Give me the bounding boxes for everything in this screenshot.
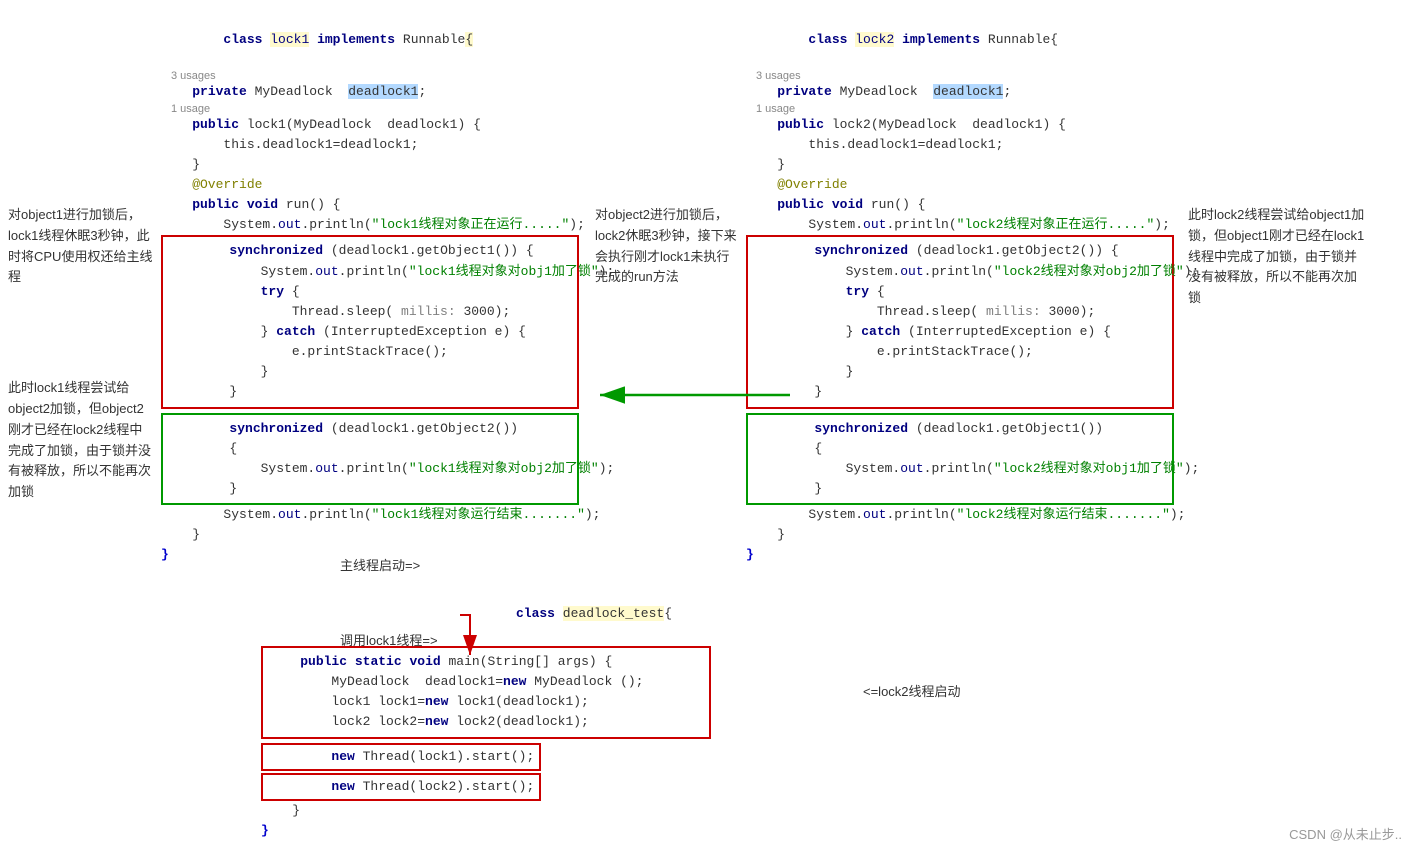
lock2-brace: {: [752, 439, 1168, 459]
bottom-right-annotation: <=lock2线程启动: [855, 584, 1055, 842]
bottom-code-panel: class deadlock_test{ public static void …: [155, 584, 855, 842]
lock1-stacktrace: e.printStackTrace();: [167, 342, 573, 362]
lock1-sync1-open: synchronized (deadlock1.getObject1()) {: [167, 241, 573, 261]
lock2-run-close: }: [746, 525, 1174, 545]
lock1-println3: System.out.println("lock1线程对象对obj2加了锁");: [167, 459, 573, 479]
lock2-println1: System.out.println("lock2线程对象正在运行.....")…: [746, 215, 1174, 235]
lock1-catch-close: }: [167, 362, 573, 382]
page-container: 对object1进行加锁后，lock1线程休眠3秒钟，此时将CPU使用权还给主线…: [0, 0, 1418, 851]
bottom-left-spacer: [0, 584, 155, 842]
lock2-sync2-open: synchronized (deadlock1.getObject1()): [752, 419, 1168, 439]
lock2-override: @Override: [746, 175, 1174, 195]
lock2-usages2: 1 usage: [746, 103, 1174, 115]
main-red-box: public static void main(String[] args) {…: [261, 646, 711, 739]
lock1-run-decl: public void run() {: [161, 195, 579, 215]
lock2-red-box-1: synchronized (deadlock1.getObject2()) { …: [746, 235, 1174, 408]
thread1-red-box: new Thread(lock1).start();: [261, 743, 541, 771]
thread2-start: new Thread(lock2).start();: [269, 777, 533, 797]
lock1-usages1: 3 usages: [161, 70, 579, 82]
thread1-start: new Thread(lock1).start();: [269, 747, 533, 767]
lock2-run-decl: public void run() {: [746, 195, 1174, 215]
lock1-call-label: 调用lock1线程=>: [340, 630, 438, 649]
lock2-catch-close: }: [752, 362, 1168, 382]
annotation-right-lock-fail: 此时lock2线程尝试给object1加锁，但object1刚才已经在lock1…: [1188, 205, 1365, 309]
main-close2: }: [261, 821, 849, 841]
lock2-sync1-open: synchronized (deadlock1.getObject2()) {: [752, 241, 1168, 261]
main-deadlock-init: MyDeadlock deadlock1=new MyDeadlock ();: [269, 672, 703, 692]
thread-starts: new Thread(lock1).start(); new Thread(lo…: [261, 739, 849, 801]
main-start-label: 主线程启动=>: [340, 555, 420, 574]
mid-annotation: 对object2进行加锁后，lock2休眠3秒钟，接下来会执行刚才lock1未执…: [585, 10, 740, 566]
thread2-red-box: new Thread(lock2).start();: [261, 773, 541, 801]
lock1-usages2: 1 usage: [161, 103, 579, 115]
main-closes: } }: [261, 801, 849, 841]
csdn-watermark: CSDN @从未止步..: [1289, 824, 1402, 843]
main-lock2-init: lock2 lock2=new lock2(deadlock1);: [269, 712, 703, 732]
lock1-sync1-close: }: [167, 382, 573, 402]
main-lock1-init: lock1 lock1=new lock1(deadlock1);: [269, 692, 703, 712]
lock1-brace: {: [167, 439, 573, 459]
lock1-try: try {: [167, 282, 573, 302]
lock2-catch: } catch (InterruptedException e) {: [752, 322, 1168, 342]
main-close1: }: [261, 801, 849, 821]
bottom-section: class deadlock_test{ public static void …: [0, 584, 1418, 842]
lock1-override: @Override: [161, 175, 579, 195]
lock1-println1: System.out.println("lock1线程对象正在运行.....")…: [161, 215, 579, 235]
lock1-run-close: }: [161, 525, 579, 545]
lock1-class-line: class lock1 implements Runnable{: [161, 10, 579, 70]
lock2-println3: System.out.println("lock2线程对象对obj1加了锁");: [752, 459, 1168, 479]
right-annotation: 此时lock2线程尝试给object1加锁，但object1刚才已经在lock1…: [1180, 10, 1365, 566]
lock1-red-box-1: synchronized (deadlock1.getObject1()) { …: [161, 235, 579, 408]
lock2-stacktrace: e.printStackTrace();: [752, 342, 1168, 362]
lock2-constructor: public lock2(MyDeadlock deadlock1) {: [746, 115, 1174, 135]
lock2-usages1: 3 usages: [746, 70, 1174, 82]
lock1-sleep: Thread.sleep( millis: 3000);: [167, 302, 573, 322]
lock1-catch: } catch (InterruptedException e) {: [167, 322, 573, 342]
lock2-constructor-body: this.deadlock1=deadlock1;: [746, 135, 1174, 155]
lock1-green-box: synchronized (deadlock1.getObject2()) { …: [161, 413, 579, 506]
lock2-code-panel: class lock2 implements Runnable{ 3 usage…: [740, 10, 1180, 566]
annotation-object1-lock: 对object1进行加锁后，lock1线程休眠3秒钟，此时将CPU使用权还给主线…: [8, 205, 155, 288]
lock2-try: try {: [752, 282, 1168, 302]
lock2-sync2-close: }: [752, 479, 1168, 499]
lock2-sleep: Thread.sleep( millis: 3000);: [752, 302, 1168, 322]
lock1-field: private MyDeadlock deadlock1;: [161, 82, 579, 102]
lock2-green-box: synchronized (deadlock1.getObject1()) { …: [746, 413, 1174, 506]
deadlock-class-line: class deadlock_test{: [438, 584, 672, 644]
lock2-println4: System.out.println("lock2线程对象运行结束.......…: [746, 505, 1174, 525]
lock1-println2: System.out.println("lock1线程对象对obj1加了锁");: [167, 262, 573, 282]
lock1-close1: }: [161, 155, 579, 175]
main-decl: public static void main(String[] args) {: [269, 652, 703, 672]
lock2-field: private MyDeadlock deadlock1;: [746, 82, 1174, 102]
lock2-sync1-close: }: [752, 382, 1168, 402]
annotation-object2-lock-fail: 此时lock1线程尝试给object2加锁，但object2刚才已经在lock2…: [8, 378, 155, 503]
lock2-println2: System.out.println("lock2线程对象对obj2加了锁");: [752, 262, 1168, 282]
lock1-sync2-open: synchronized (deadlock1.getObject2()): [167, 419, 573, 439]
lock1-println4: System.out.println("lock1线程对象运行结束.......…: [161, 505, 579, 525]
lock1-constructor-body: this.deadlock1=deadlock1;: [161, 135, 579, 155]
deadlock-class-line-wrapper: class deadlock_test{: [161, 584, 849, 644]
lock2-close1: }: [746, 155, 1174, 175]
left-annotations: 对object1进行加锁后，lock1线程休眠3秒钟，此时将CPU使用权还给主线…: [0, 10, 155, 566]
lock2-start-label: <=lock2线程启动: [863, 682, 1055, 703]
lock1-sync2-close: }: [167, 479, 573, 499]
lock2-class-close: }: [746, 545, 1174, 565]
lock1-constructor: public lock1(MyDeadlock deadlock1) {: [161, 115, 579, 135]
lock2-class-line: class lock2 implements Runnable{: [746, 10, 1174, 70]
annotation-object2-lock-ok: 对object2进行加锁后，lock2休眠3秒钟，接下来会执行刚才lock1未执…: [595, 205, 740, 288]
lock1-code-panel: class lock1 implements Runnable{ 3 usage…: [155, 10, 585, 566]
